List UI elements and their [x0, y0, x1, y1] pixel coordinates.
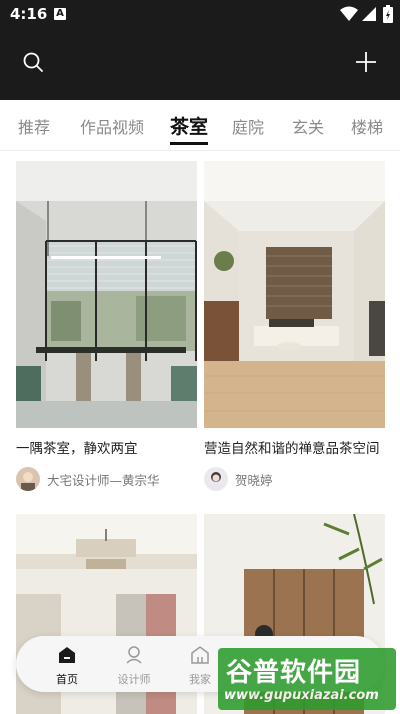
site-watermark: 谷普软件园 www.gupuxiazai.com	[218, 648, 396, 710]
status-bar: 4:16 A	[0, 0, 400, 30]
my-home-icon	[191, 646, 209, 664]
card-author[interactable]: 贺晓婷	[204, 467, 273, 491]
author-name[interactable]: 贺晓婷	[235, 470, 273, 489]
project-card[interactable]: 营造自然和谐的禅意品茶空间 贺晓婷	[204, 161, 385, 491]
plus-icon[interactable]	[355, 51, 377, 73]
tab-recommend[interactable]: 推荐	[18, 114, 50, 138]
tabs-divider	[0, 150, 400, 151]
top-header	[0, 30, 400, 100]
active-tab-indicator	[170, 142, 208, 145]
tab-stairs[interactable]: 楼梯	[351, 114, 383, 138]
nav-designer[interactable]: 设计师	[109, 645, 159, 687]
zen-tea-room-photo[interactable]	[204, 161, 385, 428]
nav-home-label: 首页	[56, 673, 78, 686]
status-time: 4:16	[10, 5, 48, 23]
card-title[interactable]: 营造自然和谐的禅意品茶空间	[204, 437, 380, 457]
battery-icon	[383, 5, 393, 23]
avatar[interactable]	[204, 467, 228, 491]
search-icon[interactable]	[22, 51, 44, 73]
card-title[interactable]: 一隅茶室，静欢两宜	[16, 437, 138, 457]
tab-entrance[interactable]: 玄关	[292, 114, 324, 138]
tab-tea-room[interactable]: 茶室	[170, 112, 208, 139]
tab-works-video[interactable]: 作品视频	[80, 114, 144, 138]
author-name[interactable]: 大宅设计师—黄宗华	[47, 470, 160, 489]
tab-courtyard[interactable]: 庭院	[232, 114, 264, 138]
avatar[interactable]	[16, 467, 40, 491]
wifi-icon	[340, 6, 358, 21]
nav-home[interactable]: 首页	[42, 645, 92, 687]
signal-icon	[362, 7, 376, 21]
nav-designer-label: 设计师	[117, 673, 151, 686]
card-author[interactable]: 大宅设计师—黄宗华	[16, 467, 160, 491]
tea-room-photo[interactable]	[16, 161, 197, 428]
designer-icon	[126, 646, 142, 664]
watermark-title: 谷普软件园	[226, 658, 362, 688]
notification-icon: A	[54, 8, 66, 20]
watermark-url: www.gupuxiazai.com	[224, 688, 379, 703]
project-card[interactable]: 一隅茶室，静欢两宜 大宅设计师—黄宗华	[16, 161, 197, 491]
home-icon	[59, 647, 75, 663]
